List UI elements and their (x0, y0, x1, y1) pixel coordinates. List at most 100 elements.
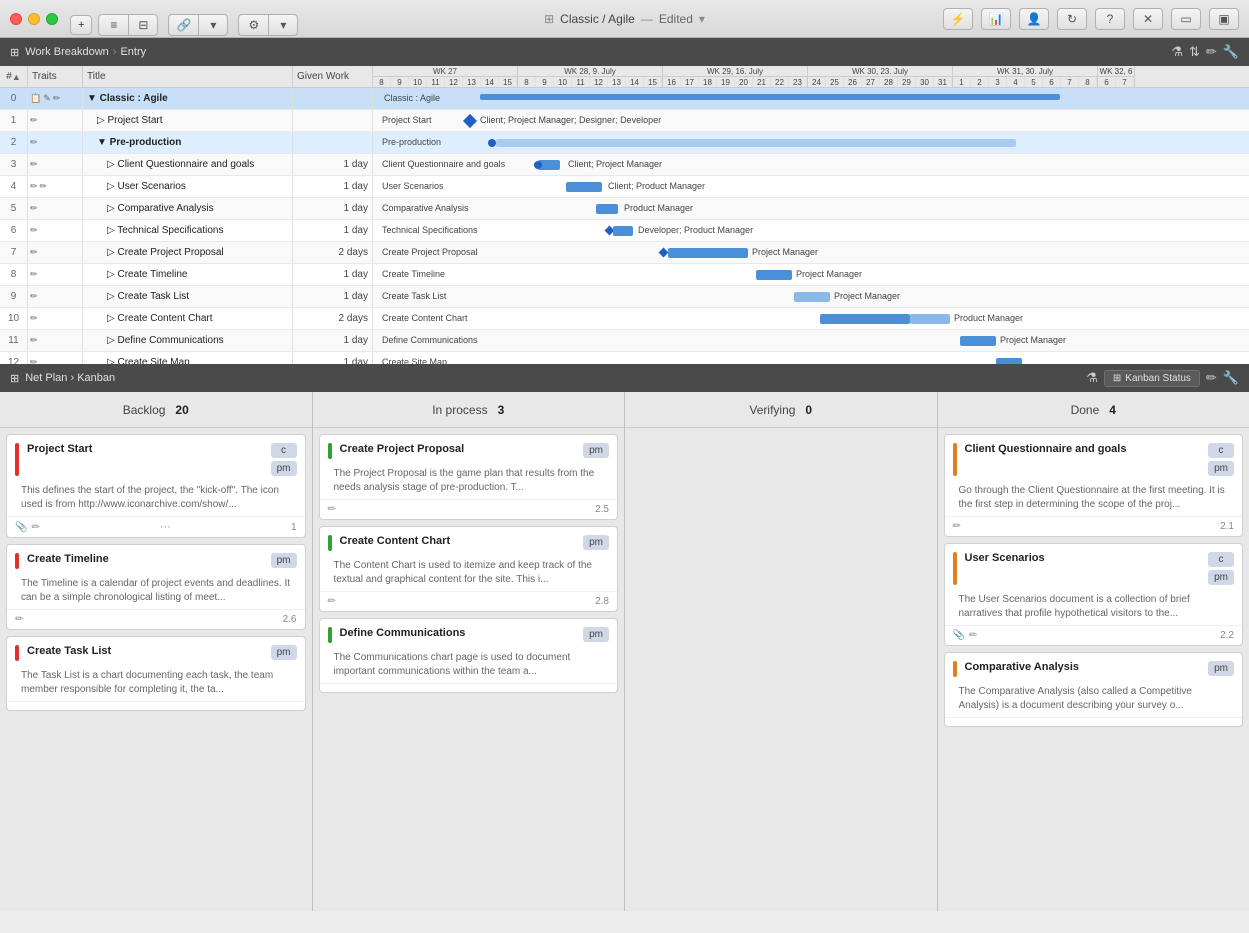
refresh-icon[interactable]: ↻ (1057, 8, 1087, 30)
grid-view-button[interactable]: ⊟ (128, 14, 158, 36)
card-badge-pm[interactable]: pm (583, 535, 609, 550)
row-title: ▼ Pre-production (83, 132, 293, 153)
row-given: 1 day (293, 198, 373, 219)
breadcrumb-part1[interactable]: Work Breakdown (25, 46, 109, 58)
card-edit-icon[interactable]: ✏ (969, 630, 977, 641)
card-edit-icon[interactable]: ✏ (953, 521, 961, 532)
lightning-icon[interactable]: ⚡ (943, 8, 973, 30)
chart-icon[interactable]: 📊 (981, 8, 1011, 30)
kanban-settings-icon[interactable]: 🔧 (1223, 370, 1239, 386)
card-footer: ✏ 2.6 (7, 609, 305, 629)
row-gantt: Project Start Client; Project Manager; D… (380, 110, 1249, 132)
card-badge-pm[interactable]: pm (271, 461, 297, 476)
row-gantt: Define Communications Project Manager (380, 330, 1249, 352)
table-row[interactable]: 11 ✏ ▷ Define Communications 1 day Defin… (0, 330, 1249, 352)
card-badge-pm[interactable]: pm (1208, 661, 1234, 676)
kanban-card[interactable]: Create Task List pm The Task List is a c… (6, 636, 306, 711)
kanban-card[interactable]: Define Communications pm The Communicati… (319, 618, 619, 693)
kanban-card[interactable]: Project Start c pm This defines the star… (6, 434, 306, 538)
sort-icon[interactable]: ⇅ (1189, 44, 1200, 60)
row-gantt: Pre-production (380, 132, 1249, 154)
title-chevron-icon[interactable]: ▾ (699, 12, 705, 26)
table-row[interactable]: 8 ✏ ▷ Create Timeline 1 day Create Timel… (0, 264, 1249, 286)
card-priority-bar (328, 443, 332, 459)
card-edit-icon[interactable]: ✏ (328, 504, 336, 515)
breadcrumb-sep: › (113, 46, 117, 58)
maximize-button[interactable] (46, 13, 58, 25)
layout-icon[interactable]: ▭ (1171, 8, 1201, 30)
table-row[interactable]: 12 ✏ ▷ Create Site Map 1 day Create Site… (0, 352, 1249, 364)
table-row[interactable]: 10 ✏ ▷ Create Content Chart 2 days Creat… (0, 308, 1249, 330)
card-badge-c[interactable]: c (1208, 443, 1234, 458)
add-button[interactable]: + (70, 15, 92, 35)
inprocess-label: In process (432, 403, 487, 417)
card-edit-icon[interactable]: ✏ (31, 522, 39, 533)
table-row[interactable]: 4 ✏✏ ▷ User Scenarios 1 day User Scenari… (0, 176, 1249, 198)
row-traits: ✏ (28, 220, 83, 241)
kanban-pane-header: ⊞ Net Plan › Kanban ⚗ ⊞ Kanban Status ✏ … (0, 364, 1249, 392)
person-icon[interactable]: 👤 (1019, 8, 1049, 30)
title-sep: — (641, 12, 653, 26)
table-row[interactable]: 1 ✏ ▷ Project Start Project Start Client… (0, 110, 1249, 132)
card-badge-pm[interactable]: pm (583, 443, 609, 458)
chevron-down-icon[interactable]: ▾ (198, 14, 228, 36)
close-button[interactable] (10, 13, 22, 25)
row-given (293, 88, 373, 109)
kanban-card[interactable]: User Scenarios c pm The User Scenarios d… (944, 543, 1244, 646)
card-body: This defines the start of the project, t… (7, 480, 305, 516)
card-priority-bar (15, 443, 19, 476)
kanban-col-body-verifying (625, 428, 937, 911)
table-row[interactable]: 5 ✏ ▷ Comparative Analysis 1 day Compara… (0, 198, 1249, 220)
row-num: 10 (0, 308, 28, 329)
card-badge-c[interactable]: c (1208, 552, 1234, 567)
row-given: 1 day (293, 286, 373, 307)
row-given: 2 days (293, 308, 373, 329)
link-button[interactable]: 🔗 (168, 14, 198, 36)
title-subtitle: Edited (659, 12, 693, 26)
card-badge-pm[interactable]: pm (1208, 461, 1234, 476)
sidebar-icon[interactable]: ▣ (1209, 8, 1239, 30)
row-num: 0 (0, 88, 28, 109)
titlebar: + ≡ ⊟ 🔗 ▾ ⚙ ▾ ⊞ Classic / Agile — Edited… (0, 0, 1249, 38)
edit-icon[interactable]: ✏ (1206, 44, 1217, 60)
table-row[interactable]: 0 📋✎✏ ▼ Classic : Agile Classic : Agile (0, 88, 1249, 110)
kanban-card[interactable]: Comparative Analysis pm The Comparative … (944, 652, 1244, 727)
card-badge-pm[interactable]: pm (271, 645, 297, 660)
kanban-filter-icon[interactable]: ⚗ (1086, 370, 1098, 386)
help-icon[interactable]: ? (1095, 8, 1125, 30)
filter-icon[interactable]: ⚗ (1171, 44, 1183, 60)
table-row[interactable]: 6 ✏ ▷ Technical Specifications 1 day Tec… (0, 220, 1249, 242)
kanban-card[interactable]: Create Project Proposal pm The Project P… (319, 434, 619, 520)
list-view-button[interactable]: ≡ (98, 14, 128, 36)
kanban-card[interactable]: Create Content Chart pm The Content Char… (319, 526, 619, 612)
row-title: ▷ Create Content Chart (83, 308, 293, 329)
row-title: ▷ Technical Specifications (83, 220, 293, 241)
table-row[interactable]: 9 ✏ ▷ Create Task List 1 day Create Task… (0, 286, 1249, 308)
kanban-breadcrumb-part1[interactable]: Net Plan (25, 372, 67, 384)
kanban-edit-icon[interactable]: ✏ (1206, 370, 1217, 386)
card-edit-icon[interactable]: ✏ (328, 596, 336, 607)
settings-icon[interactable]: 🔧 (1223, 44, 1239, 60)
titlebar-center: ⊞ Classic / Agile — Edited ▾ (544, 12, 705, 26)
row-traits: ✏ (28, 264, 83, 285)
kanban-col-header-done: Done 4 (938, 392, 1249, 428)
gear-button[interactable]: ⚙ (238, 14, 268, 36)
table-row[interactable]: 2 ✏ ▼ Pre-production Pre-production (0, 132, 1249, 154)
card-badge-c[interactable]: c (271, 443, 297, 458)
minimize-button[interactable] (28, 13, 40, 25)
kanban-card[interactable]: Create Timeline pm The Timeline is a cal… (6, 544, 306, 630)
card-edit-icon[interactable]: ✏ (15, 614, 23, 625)
card-badge-pm[interactable]: pm (271, 553, 297, 568)
table-row[interactable]: 3 ✏ ▷ Client Questionnaire and goals 1 d… (0, 154, 1249, 176)
card-badge-pm[interactable]: pm (583, 627, 609, 642)
row-gantt: Client Questionnaire and goals Client; P… (380, 154, 1249, 176)
row-traits: ✏ (28, 352, 83, 364)
card-badge-pm[interactable]: pm (1208, 570, 1234, 585)
kanban-breadcrumb: Net Plan › Kanban (25, 372, 115, 384)
tools-icon[interactable]: ✕ (1133, 8, 1163, 30)
kanban-status-button[interactable]: ⊞ Kanban Status (1104, 370, 1200, 387)
gear-chevron-icon[interactable]: ▾ (268, 14, 298, 36)
card-more-icon[interactable]: ··· (160, 521, 171, 533)
kanban-card[interactable]: Client Questionnaire and goals c pm Go t… (944, 434, 1244, 537)
table-row[interactable]: 7 ✏ ▷ Create Project Proposal 2 days Cre… (0, 242, 1249, 264)
